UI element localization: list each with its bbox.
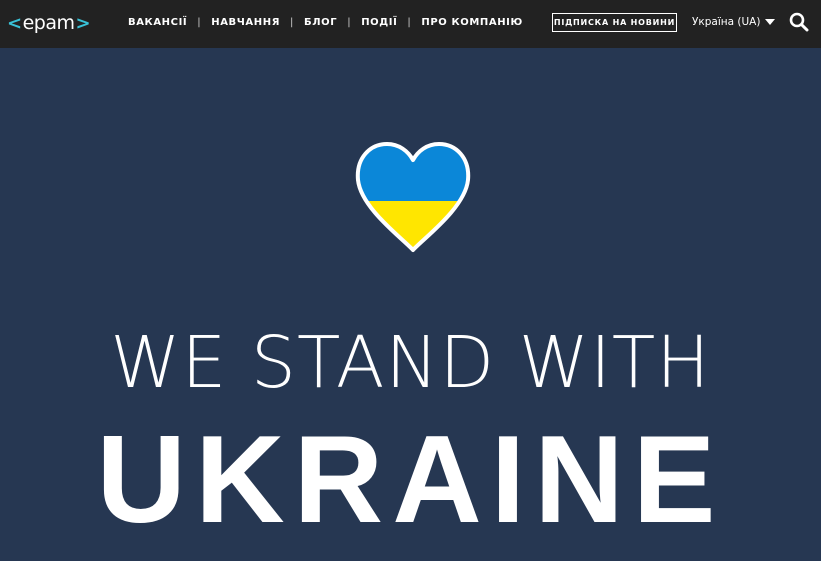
chevron-down-icon	[765, 19, 776, 25]
logo-text: epam	[22, 12, 75, 34]
nav-item-about[interactable]: ПРО КОМПАНІЮ	[421, 17, 522, 28]
hero-line-ukraine: UKRAINE	[96, 411, 725, 549]
logo-right-bracket: >	[75, 12, 91, 34]
nav-item-blog[interactable]: БЛОГ	[304, 17, 337, 28]
nav-item-vacancies[interactable]: ВАКАНСІЇ	[128, 17, 187, 28]
epam-logo[interactable]: < epam >	[7, 10, 91, 36]
nav-item-training[interactable]: НАВЧАННЯ	[211, 17, 280, 28]
region-label: Україна (UA)	[692, 16, 761, 28]
region-selector[interactable]: Україна (UA)	[692, 14, 776, 30]
subscribe-news-button[interactable]: ПІДПИСКА НА НОВИНИ	[552, 13, 677, 32]
main-nav: ВАКАНСІЇ | НАВЧАННЯ | БЛОГ | ПОДІЇ | ПРО…	[128, 14, 523, 30]
ukraine-heart-icon	[352, 138, 474, 260]
search-icon[interactable]	[789, 12, 809, 32]
logo-left-bracket: <	[7, 12, 22, 34]
hero-line-we-stand-with: WE STAND WITH	[110, 321, 711, 404]
nav-separator: |	[407, 16, 412, 28]
top-navigation-bar: < epam > ВАКАНСІЇ | НАВЧАННЯ | БЛОГ | ПО…	[0, 0, 821, 48]
nav-separator: |	[347, 16, 352, 28]
nav-separator: |	[197, 16, 202, 28]
nav-separator: |	[290, 16, 294, 28]
nav-item-events[interactable]: ПОДІЇ	[361, 17, 397, 28]
